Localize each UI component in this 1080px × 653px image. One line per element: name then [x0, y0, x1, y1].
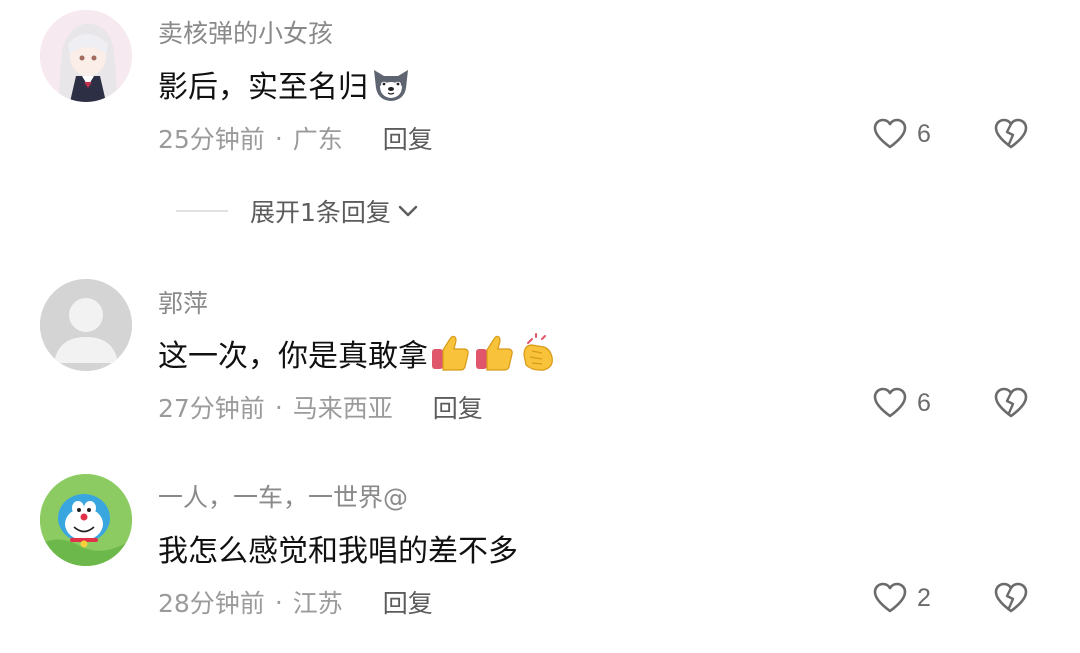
- comment-meta: 28分钟前 · 江苏 回复: [158, 584, 433, 620]
- comment-location: 广东: [292, 125, 343, 154]
- husky-dog-face-icon: [374, 70, 408, 101]
- username[interactable]: 郭萍: [158, 284, 208, 320]
- broken-heart-icon: [994, 582, 1028, 613]
- like-button[interactable]: 2: [873, 582, 931, 614]
- comment-time: 27分钟前: [158, 394, 265, 423]
- comment-text: 我怎么感觉和我唱的差不多: [158, 526, 518, 570]
- heart-outline-icon: [873, 582, 907, 613]
- like-button[interactable]: 6: [873, 387, 931, 419]
- expand-replies-label: 展开1条回复: [250, 198, 391, 227]
- heart-outline-icon: [873, 118, 907, 149]
- comment-location: 马来西亚: [292, 394, 393, 423]
- comment-meta: 27分钟前 · 马来西亚 回复: [158, 389, 483, 425]
- comment-location: 江苏: [292, 589, 343, 618]
- dislike-button[interactable]: [994, 582, 1028, 618]
- comment-text-body: 我怎么感觉和我唱的差不多: [158, 534, 518, 569]
- comment-time: 28分钟前: [158, 589, 265, 618]
- comment-text-body: 影后，实至名归: [158, 70, 368, 105]
- like-count: 6: [917, 119, 931, 148]
- clapping-hands-icon: [523, 333, 553, 371]
- username[interactable]: 卖核弹的小女孩: [158, 14, 333, 50]
- broken-heart-icon: [994, 118, 1028, 149]
- meta-separator: ·: [274, 587, 283, 617]
- chevron-down-icon: [398, 205, 418, 217]
- broken-heart-icon: [994, 387, 1028, 418]
- comment-text: 这一次，你是真敢拿: [158, 331, 560, 375]
- username[interactable]: 一人，一车，一世界@: [158, 478, 408, 514]
- avatar[interactable]: [40, 10, 132, 102]
- thumbs-up-icon: [432, 335, 469, 371]
- comment-text: 影后，实至名归: [158, 62, 412, 106]
- reply-button[interactable]: 回复: [383, 584, 433, 620]
- expand-replies-button[interactable]: 展开1条回复: [176, 193, 421, 229]
- like-count: 2: [917, 583, 931, 612]
- avatar[interactable]: [40, 279, 132, 371]
- like-button[interactable]: 6: [873, 118, 931, 150]
- reply-button[interactable]: 回复: [383, 120, 433, 156]
- avatar[interactable]: [40, 474, 132, 566]
- divider-line: [176, 210, 228, 212]
- dislike-button[interactable]: [994, 387, 1028, 423]
- like-count: 6: [917, 388, 931, 417]
- meta-separator: ·: [274, 392, 283, 422]
- dislike-button[interactable]: [994, 118, 1028, 154]
- thumbs-up-icon: [476, 335, 513, 371]
- heart-outline-icon: [873, 387, 907, 418]
- comment-meta: 25分钟前 · 广东 回复: [158, 120, 433, 156]
- comment-time: 25分钟前: [158, 125, 265, 154]
- reply-button[interactable]: 回复: [433, 389, 483, 425]
- meta-separator: ·: [274, 123, 283, 153]
- comment-text-body: 这一次，你是真敢拿: [158, 339, 428, 374]
